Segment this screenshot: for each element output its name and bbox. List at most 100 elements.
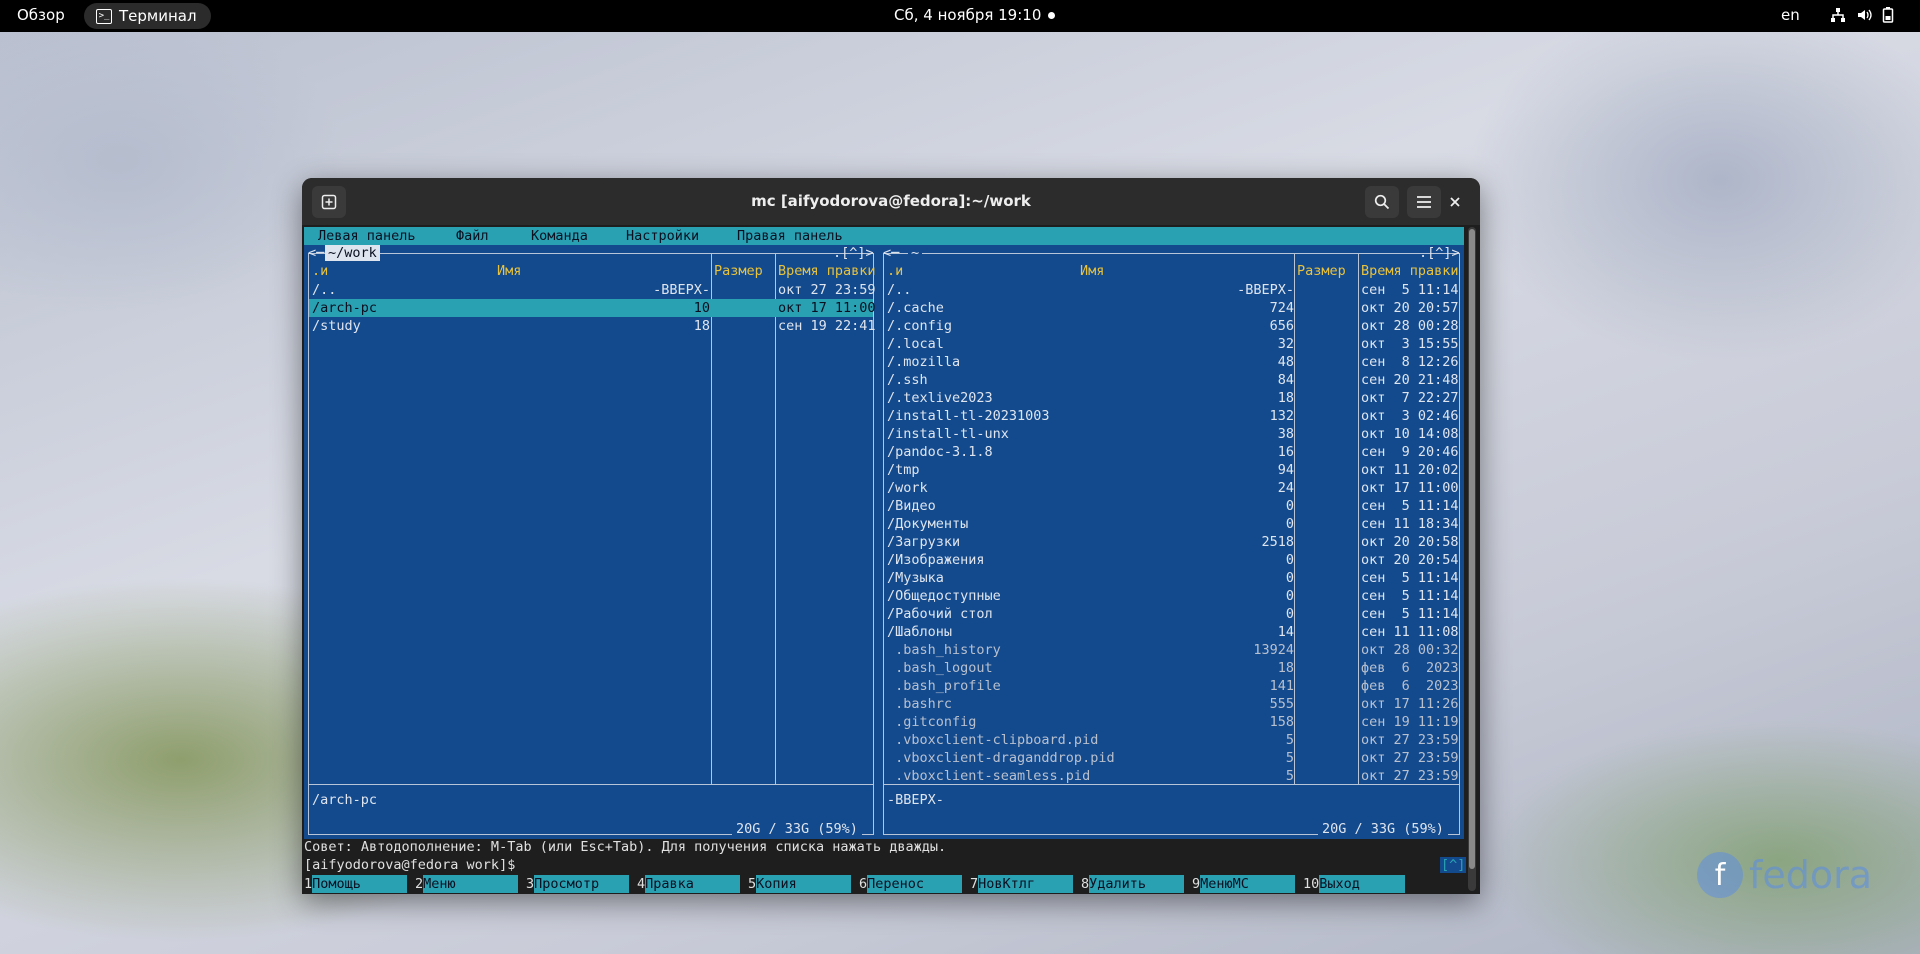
- file-row[interactable]: /.. -ВВЕРХ-окт 27 23:59: [309, 281, 876, 299]
- file-time: окт 27 23:59: [778, 282, 876, 298]
- file-row[interactable]: /install-tl-20231003 132 окт 3 02:46: [884, 407, 1459, 425]
- fkey-1[interactable]: 1Помощь: [304, 875, 408, 893]
- fkey-4[interactable]: 4Правка: [637, 875, 741, 893]
- file-row[interactable]: .vboxclient-seamless.pid 5 окт 27 23:59: [884, 767, 1459, 785]
- file-size: -ВВЕРХ-: [653, 282, 710, 298]
- menu-settings[interactable]: Настройки: [626, 228, 699, 244]
- fkey-5[interactable]: 5Копия: [748, 875, 852, 893]
- keyboard-layout-indicator[interactable]: en: [1781, 6, 1800, 24]
- left-col-size[interactable]: Размер: [714, 263, 763, 279]
- right-col-name[interactable]: Имя: [1080, 263, 1104, 279]
- fkey-6[interactable]: 6Перенос: [859, 875, 963, 893]
- file-row[interactable]: /.config 656 окт 28 00:28: [884, 317, 1459, 335]
- file-size: 0: [1285, 516, 1294, 532]
- fkey-2[interactable]: 2Меню: [415, 875, 519, 893]
- terminal-content[interactable]: Левая панель Файл Команда Настройки Прав…: [302, 225, 1480, 894]
- file-row[interactable]: /Видео 0 сен 5 11:14: [884, 497, 1459, 515]
- file-row[interactable]: /.. -ВВЕРХ-сен 5 11:14: [884, 281, 1459, 299]
- right-col-n[interactable]: .и: [887, 263, 903, 279]
- file-size: 0: [1285, 552, 1294, 568]
- file-row[interactable]: /.cache 724 окт 20 20:57: [884, 299, 1459, 317]
- file-row[interactable]: .vboxclient-draganddrop.pid 5 окт 27 23:59: [884, 749, 1459, 767]
- file-row[interactable]: .vboxclient-clipboard.pid 5 окт 27 23:59: [884, 731, 1459, 749]
- fkey-3[interactable]: 3Просмотр: [526, 875, 630, 893]
- terminal-icon: >_: [96, 8, 112, 24]
- right-panel-path[interactable]: ~: [908, 245, 923, 261]
- file-size: 32: [1277, 336, 1294, 352]
- right-panel[interactable]: <─ ~ .[^]> .и Имя Размер Время правки /.…: [879, 245, 1464, 839]
- file-row[interactable]: /install-tl-unx 38 окт 10 14:08: [884, 425, 1459, 443]
- activities-button[interactable]: Обзор: [17, 6, 65, 24]
- file-size: 18: [1277, 660, 1294, 676]
- fkey-number: 6: [859, 876, 868, 892]
- file-time: окт 17 11:00: [778, 300, 876, 316]
- window-titlebar[interactable]: mc [aifyodorova@fedora]:~/work: [302, 178, 1480, 225]
- left-panel-corner[interactable]: .[^]>: [833, 245, 874, 261]
- menu-command[interactable]: Команда: [531, 228, 588, 244]
- file-row[interactable]: /study 18 сен 19 22:41: [309, 317, 876, 335]
- shell-prompt[interactable]: [aifyodorova@fedora work]$: [304, 857, 515, 873]
- file-row[interactable]: /Документы 0 сен 11 18:34: [884, 515, 1459, 533]
- fkey-7[interactable]: 7НовКтлг: [970, 875, 1074, 893]
- file-row[interactable]: /tmp 94 окт 11 20:02: [884, 461, 1459, 479]
- menu-right-panel[interactable]: Правая панель: [737, 228, 843, 244]
- file-size: -ВВЕРХ-: [1237, 282, 1294, 298]
- file-size: 38: [1277, 426, 1294, 442]
- scrollbar-thumb[interactable]: [1469, 229, 1475, 869]
- file-row[interactable]: /Шаблоны 14 сен 11 11:08: [884, 623, 1459, 641]
- right-panel-corner-left: <─: [883, 245, 900, 261]
- file-row[interactable]: /.mozilla 48 сен 8 12:26: [884, 353, 1459, 371]
- file-row[interactable]: .bash_logout 18 фев 6 2023: [884, 659, 1459, 677]
- left-col-name[interactable]: Имя: [497, 263, 521, 279]
- file-name: .bash_history: [887, 642, 1001, 658]
- left-panel-path[interactable]: ~/work: [325, 245, 380, 261]
- window-title: mc [aifyodorova@fedora]:~/work: [751, 192, 1031, 210]
- file-size: 14: [1277, 624, 1294, 640]
- left-panel[interactable]: <─ ~/work .[^]> .и Имя Размер Время прав…: [304, 245, 879, 839]
- file-time: фев 6 2023: [1361, 678, 1459, 694]
- file-name: /Общедоступные: [887, 588, 1001, 604]
- file-row[interactable]: /arch-pc 10 окт 17 11:00: [309, 299, 876, 317]
- file-row[interactable]: .bash_profile 141 фев 6 2023: [884, 677, 1459, 695]
- file-row[interactable]: /work 24 окт 17 11:00: [884, 479, 1459, 497]
- fkey-9[interactable]: 9МенюМС: [1192, 875, 1296, 893]
- file-time: окт 20 20:57: [1361, 300, 1459, 316]
- system-menu[interactable]: [1830, 7, 1894, 23]
- file-row[interactable]: /Музыка 0 сен 5 11:14: [884, 569, 1459, 587]
- file-row[interactable]: .bash_history 13924 окт 28 00:32: [884, 641, 1459, 659]
- file-time: сен 19 11:19: [1361, 714, 1459, 730]
- file-row[interactable]: /.local 32 окт 3 15:55: [884, 335, 1459, 353]
- file-row[interactable]: .bashrc 555 окт 17 11:26: [884, 695, 1459, 713]
- menu-left-panel[interactable]: Левая панель: [318, 228, 416, 244]
- right-panel-corner[interactable]: .[^]>: [1419, 245, 1460, 261]
- right-col-time[interactable]: Время правки: [1361, 263, 1459, 279]
- file-name: .vboxclient-clipboard.pid: [887, 732, 1099, 748]
- right-col-size[interactable]: Размер: [1297, 263, 1346, 279]
- left-col-time[interactable]: Время правки: [778, 263, 876, 279]
- menu-file[interactable]: Файл: [456, 228, 489, 244]
- fkey-8[interactable]: 8Удалить: [1081, 875, 1185, 893]
- file-row[interactable]: /pandoc-3.1.8 16 сен 9 20:46: [884, 443, 1459, 461]
- file-row[interactable]: /.ssh 84 сен 20 21:48: [884, 371, 1459, 389]
- fkey-10[interactable]: 10Выход: [1303, 875, 1406, 893]
- file-size: 16: [1277, 444, 1294, 460]
- file-row[interactable]: /.texlive2023 18 окт 7 22:27: [884, 389, 1459, 407]
- file-size: 5: [1285, 750, 1294, 766]
- file-row[interactable]: .gitconfig 158 сен 19 11:19: [884, 713, 1459, 731]
- fkey-label: Помощь: [312, 875, 408, 893]
- command-history-button[interactable]: [^]: [1440, 857, 1467, 873]
- left-col-n[interactable]: .и: [312, 263, 328, 279]
- file-time: сен 9 20:46: [1361, 444, 1459, 460]
- file-row[interactable]: /Общедоступные 0 сен 5 11:14: [884, 587, 1459, 605]
- close-button[interactable]: [1438, 186, 1472, 218]
- clock[interactable]: Сб, 4 ноября 19:10: [894, 6, 1041, 24]
- network-icon: [1831, 8, 1845, 22]
- file-time: сен 20 21:48: [1361, 372, 1459, 388]
- search-button[interactable]: [1365, 186, 1399, 218]
- main-menu-button[interactable]: [1407, 186, 1441, 218]
- file-row[interactable]: /Рабочий стол 0 сен 5 11:14: [884, 605, 1459, 623]
- file-row[interactable]: /Загрузки 2518 окт 20 20:58: [884, 533, 1459, 551]
- scrollbar[interactable]: [1468, 227, 1476, 891]
- file-row[interactable]: /Изображения 0 окт 20 20:54: [884, 551, 1459, 569]
- app-menu-button[interactable]: >_ Терминал: [84, 3, 211, 29]
